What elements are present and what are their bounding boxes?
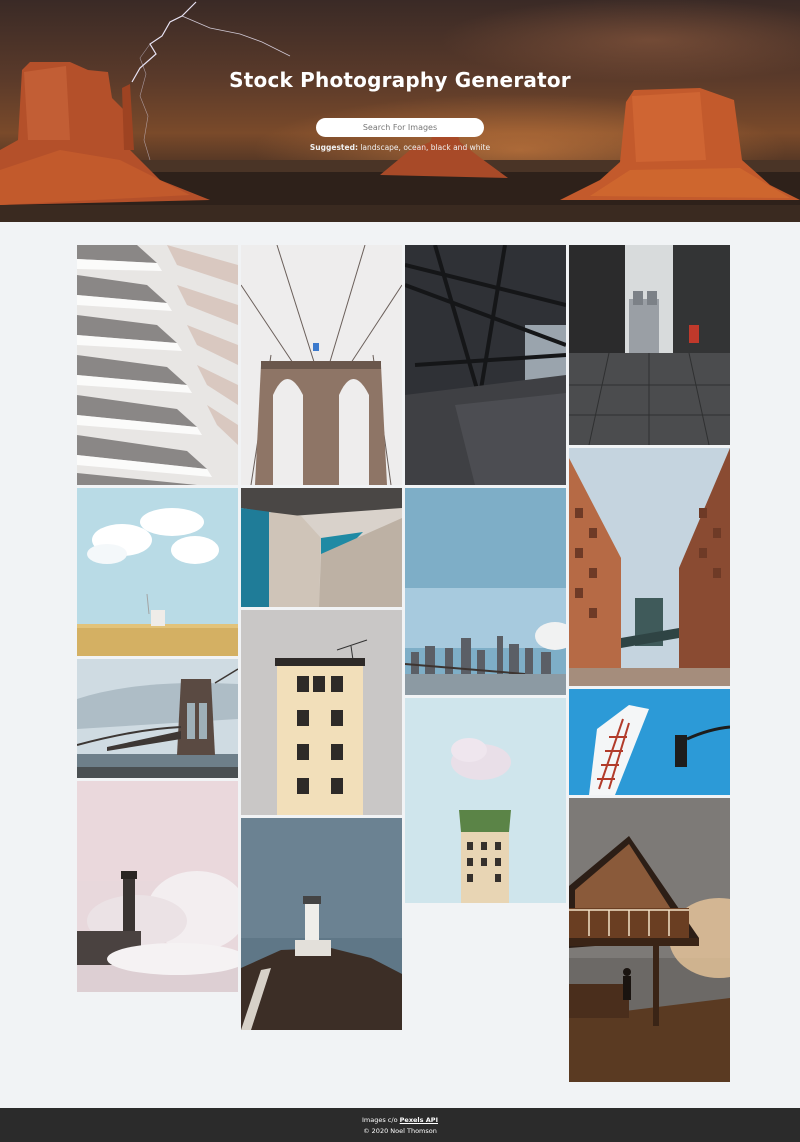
suggestion-ocean[interactable]: ocean	[403, 143, 426, 152]
gallery-image-concrete-corner[interactable]	[241, 488, 402, 607]
footer-copyright: © 2020 Noel Thomson	[363, 1127, 437, 1135]
hero-desert-image	[0, 1, 800, 222]
footer-credit: Images c/o Pexels API	[0, 1116, 800, 1124]
gallery-image-city-skyline[interactable]	[405, 488, 566, 695]
pexels-api-link[interactable]: Pexels API	[400, 1116, 438, 1124]
credit-prefix: Images c/o	[362, 1116, 398, 1124]
gallery-image-tower-bridge-street[interactable]	[569, 245, 730, 445]
page-title: Stock Photography Generator	[229, 68, 571, 92]
gallery-image-green-roof-building[interactable]	[405, 698, 566, 903]
suggestion-landscape[interactable]: landscape	[360, 143, 398, 152]
gallery-image-field-clouds[interactable]	[77, 488, 238, 656]
suggestion-black-and-white[interactable]: black and white	[431, 143, 490, 152]
gallery-image-fire-escape[interactable]	[569, 689, 730, 795]
gallery-image-brooklyn-bridge-cables[interactable]	[241, 245, 402, 485]
gallery-image-manhattan-bridge-street[interactable]	[569, 448, 730, 686]
gallery-image-brooklyn-bridge-tower[interactable]	[77, 659, 238, 778]
search-input[interactable]	[316, 118, 484, 137]
gallery-image-steel-bridge-underside[interactable]	[405, 245, 566, 485]
suggested-label: Suggested:	[309, 143, 358, 152]
gallery-image-apartment-facade[interactable]	[241, 610, 402, 815]
gallery-image-lighthouse-cliff[interactable]	[241, 818, 402, 1030]
gallery-image-cabin-sunset[interactable]	[569, 798, 730, 1082]
hero-banner: Stock Photography Generator Suggested: l…	[0, 0, 800, 222]
suggested-searches: Suggested: landscape, ocean, black and w…	[309, 143, 491, 152]
gallery-image-lighthouse-waves[interactable]	[77, 781, 238, 992]
gallery-image-balcony-facade[interactable]	[77, 245, 238, 485]
footer: Images c/o Pexels API © 2020 Noel Thomso…	[0, 1108, 800, 1142]
